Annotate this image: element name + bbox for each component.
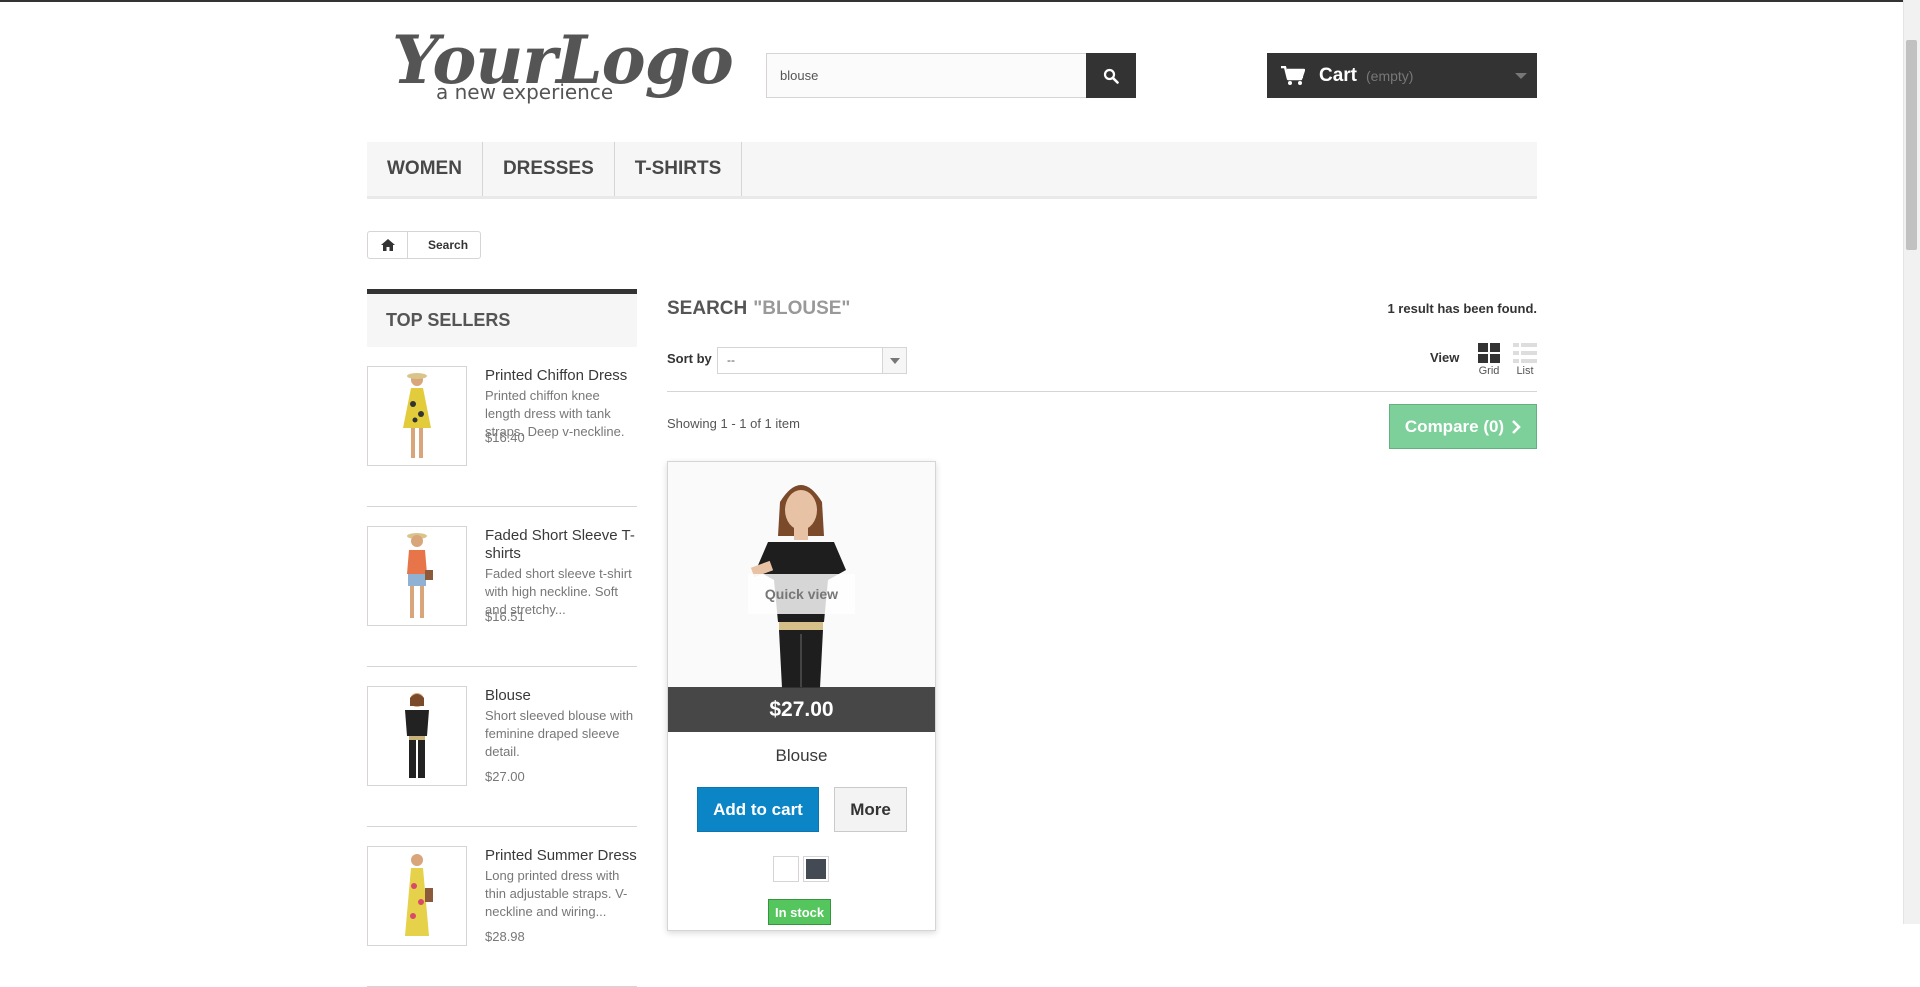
scrollbar-thumb[interactable]	[1906, 40, 1917, 250]
search-input[interactable]	[767, 54, 1086, 97]
swatch-fill	[776, 859, 796, 879]
chevron-down-icon	[882, 348, 906, 373]
top-sellers-block: TOP SELLERS Printed Chiffon Dress Printe…	[367, 289, 637, 987]
product-price: $27.00	[485, 769, 525, 784]
site-logo[interactable]: YourLogo a new experience	[392, 24, 734, 114]
breadcrumb: Search	[367, 231, 482, 259]
product-thumbnail[interactable]	[367, 846, 467, 946]
page-title: SEARCH "BLOUSE"	[667, 298, 850, 320]
list-item: Printed Chiffon Dress Printed chiffon kn…	[367, 347, 637, 507]
tshirt-image	[407, 533, 433, 618]
top-sellers-title[interactable]: TOP SELLERS	[367, 289, 637, 347]
product-thumbnail[interactable]	[367, 686, 467, 786]
product-thumbnail[interactable]	[367, 366, 467, 466]
cart-label: Cart	[1319, 64, 1358, 86]
breadcrumb-current: Search	[428, 238, 469, 252]
chevron-right-icon	[1512, 419, 1521, 434]
logo-tagline: a new experience	[436, 80, 614, 104]
breadcrumb-home[interactable]	[368, 232, 408, 258]
search-icon	[1103, 68, 1119, 84]
grid-icon	[1478, 343, 1500, 363]
chevron-down-icon	[1515, 73, 1527, 79]
divider	[667, 391, 1537, 392]
sort-select-value: --	[727, 353, 735, 367]
result-count: 1 result has been found.	[1387, 301, 1537, 316]
color-swatch-white[interactable]	[773, 856, 799, 882]
main-menu: WOMEN DRESSES T-SHIRTS	[367, 142, 1537, 199]
compare-button[interactable]: Compare (0)	[1389, 404, 1537, 449]
compare-label: Compare (0)	[1404, 416, 1505, 436]
cart-icon	[1281, 65, 1305, 85]
stock-badge: In stock	[768, 899, 832, 925]
home-icon	[380, 239, 395, 251]
swatch-fill	[806, 859, 826, 879]
product-price: $16.40	[485, 430, 525, 445]
product-description: Short sleeved blouse with feminine drape…	[485, 708, 634, 759]
list-item: Printed Summer Dress Long printed dress …	[367, 827, 637, 987]
view-label: View	[1430, 350, 1460, 365]
product-description: Long printed dress with thin adjustable …	[485, 868, 628, 919]
cart-block[interactable]: Cart (empty)	[1267, 53, 1537, 98]
list-item: Faded Short Sleeve T-shirts Faded short …	[367, 507, 637, 667]
list-icon	[1513, 343, 1537, 363]
top-border	[0, 0, 1920, 2]
product-name[interactable]: Blouse	[668, 746, 935, 766]
menu-item-tshirts[interactable]: T-SHIRTS	[615, 142, 743, 196]
add-to-cart-button[interactable]: Add to cart	[697, 787, 819, 832]
scrollbar[interactable]	[1903, 0, 1920, 924]
view-grid-label: Grid	[1478, 365, 1500, 377]
blouse-image	[405, 693, 429, 778]
product-name[interactable]: Printed Summer Dress	[485, 847, 637, 865]
product-price: $28.98	[485, 929, 525, 944]
product-name[interactable]: Printed Chiffon Dress	[485, 367, 637, 385]
search-box	[766, 53, 1087, 98]
quick-view-button[interactable]: Quick view	[748, 574, 855, 614]
search-button[interactable]	[1086, 53, 1136, 98]
view-grid-button[interactable]: Grid	[1478, 343, 1500, 377]
cart-status: (empty)	[1366, 67, 1414, 84]
view-list-label: List	[1516, 365, 1534, 377]
menu-item-dresses[interactable]: DRESSES	[483, 142, 615, 196]
color-swatch-dark[interactable]	[803, 856, 829, 882]
more-button[interactable]: More	[834, 787, 907, 832]
search-query: "BLOUSE"	[753, 298, 851, 319]
dress-image	[403, 373, 431, 458]
product-card: Quick view $27.00 Blouse Add to cart Mor…	[667, 461, 936, 931]
menu-item-women[interactable]: WOMEN	[367, 142, 483, 196]
list-item: Blouse Short sleeved blouse with feminin…	[367, 667, 637, 827]
product-thumbnail[interactable]	[367, 526, 467, 626]
sort-label: Sort by	[667, 351, 712, 366]
product-name[interactable]: Blouse	[485, 687, 637, 705]
page-title-label: SEARCH	[667, 298, 748, 319]
sort-select[interactable]: --	[717, 347, 907, 374]
product-price: $27.00	[668, 687, 935, 732]
product-price: $16.51	[485, 609, 525, 624]
view-list-button[interactable]: List	[1513, 343, 1537, 377]
summer-dress-image	[405, 854, 433, 936]
showing-count: Showing 1 - 1 of 1 item	[667, 416, 800, 431]
product-image[interactable]: Quick view	[668, 462, 935, 688]
product-name[interactable]: Faded Short Sleeve T-shirts	[485, 527, 637, 563]
